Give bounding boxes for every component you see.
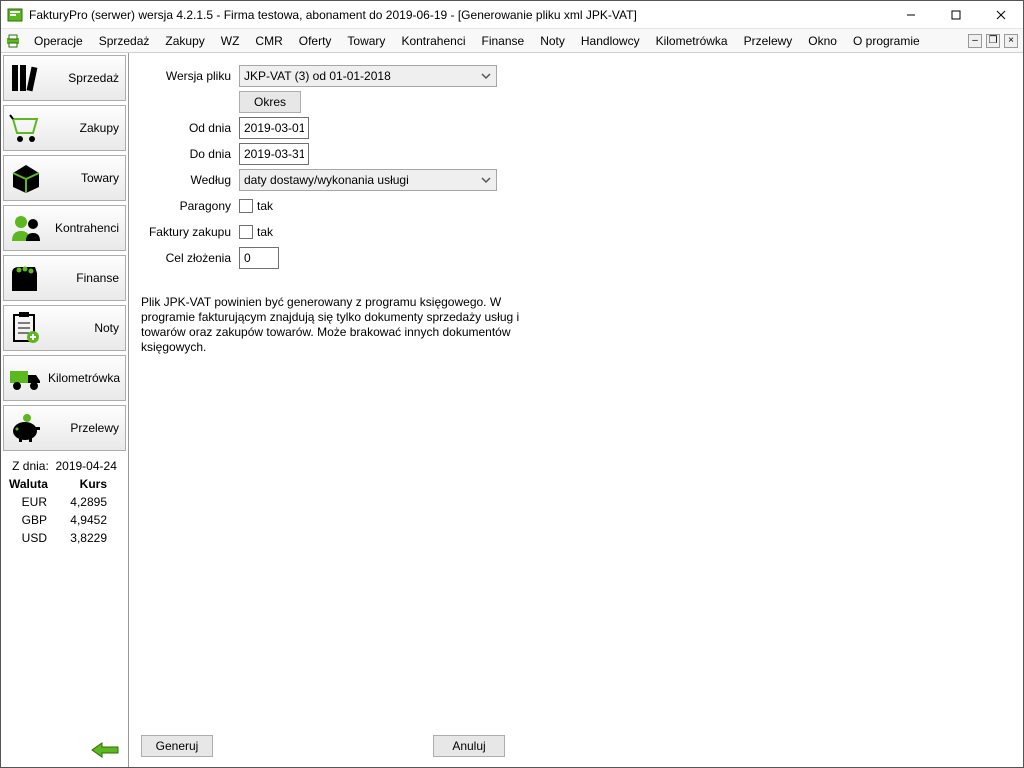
menu-cmr[interactable]: CMR xyxy=(248,31,289,51)
sidebar-item-kilometrowka[interactable]: Kilometrówka xyxy=(3,355,126,401)
paragony-tak-label: tak xyxy=(257,199,273,213)
rate-value: 4,9452 xyxy=(57,513,107,527)
sidebar-item-label: Towary xyxy=(50,171,119,185)
menu-wz[interactable]: WZ xyxy=(214,31,247,51)
do-dnia-label: Do dnia xyxy=(141,147,239,161)
rate-value: 3,8229 xyxy=(57,531,107,545)
faktury-zakupu-label: Faktury zakupu xyxy=(141,225,239,239)
books-icon xyxy=(6,58,46,98)
wersja-label: Wersja pliku xyxy=(141,69,239,83)
close-button[interactable] xyxy=(978,1,1023,29)
cel-input[interactable] xyxy=(239,247,279,269)
menu-sprzedaz[interactable]: Sprzedaż xyxy=(92,31,157,51)
rate-row: USD3,8229 xyxy=(9,531,120,545)
back-arrow-icon[interactable] xyxy=(90,741,120,759)
rate-currency: USD xyxy=(9,531,57,545)
sidebar-item-towary[interactable]: Towary xyxy=(3,155,126,201)
menu-operacje[interactable]: Operacje xyxy=(27,31,90,51)
paragony-label: Paragony xyxy=(141,199,239,213)
menu-kilometrowka[interactable]: Kilometrówka xyxy=(649,31,735,51)
do-dnia-input[interactable] xyxy=(239,143,309,165)
menu-kontrahenci[interactable]: Kontrahenci xyxy=(394,31,472,51)
sidebar-item-finanse[interactable]: Finanse xyxy=(3,255,126,301)
rates-date-value: 2019-04-24 xyxy=(55,459,116,473)
menu-handlowcy[interactable]: Handlowcy xyxy=(574,31,647,51)
sidebar-item-label: Finanse xyxy=(50,271,119,285)
anuluj-button[interactable]: Anuluj xyxy=(433,735,505,757)
menu-finanse[interactable]: Finanse xyxy=(474,31,531,51)
wersja-select-value: JKP-VAT (3) od 01-01-2018 xyxy=(244,69,391,83)
generuj-button[interactable]: Generuj xyxy=(141,735,213,757)
rate-row: GBP4,9452 xyxy=(9,513,120,527)
rates-hdr-currency: Waluta xyxy=(9,477,57,491)
mdi-minimize-button[interactable]: – xyxy=(968,34,982,48)
rate-currency: GBP xyxy=(9,513,57,527)
currency-rates: Z dnia: 2019-04-24 WalutaKurs EUR4,2895 … xyxy=(3,455,126,549)
truck-icon xyxy=(6,358,44,398)
faktury-tak-label: tak xyxy=(257,225,273,239)
wedlug-label: Według xyxy=(141,173,239,187)
rate-currency: EUR xyxy=(9,495,57,509)
cart-icon xyxy=(6,108,46,148)
menu-noty[interactable]: Noty xyxy=(533,31,572,51)
mdi-restore-button[interactable]: ❐ xyxy=(986,34,1000,48)
okres-button[interactable]: Okres xyxy=(239,91,301,113)
wallet-icon xyxy=(6,258,46,298)
sidebar-item-sprzedaz[interactable]: Sprzedaż xyxy=(3,55,126,101)
menubar: Operacje Sprzedaż Zakupy WZ CMR Oferty T… xyxy=(1,29,1023,53)
paragony-checkbox[interactable] xyxy=(239,199,253,213)
minimize-button[interactable] xyxy=(888,1,933,29)
maximize-button[interactable] xyxy=(933,1,978,29)
jpk-form: Wersja pliku JKP-VAT (3) od 01-01-2018 O… xyxy=(129,53,1023,281)
rates-hdr-rate: Kurs xyxy=(57,477,107,491)
faktury-zakupu-checkbox[interactable] xyxy=(239,225,253,239)
menu-towary[interactable]: Towary xyxy=(340,31,392,51)
app-window: FakturyPro (serwer) wersja 4.2.1.5 - Fir… xyxy=(0,0,1024,768)
main-panel: Wersja pliku JKP-VAT (3) od 01-01-2018 O… xyxy=(129,53,1023,767)
printer-icon[interactable] xyxy=(5,33,21,49)
sidebar: Sprzedaż Zakupy Towary Kontrahenci Finan… xyxy=(1,53,129,767)
wersja-select[interactable]: JKP-VAT (3) od 01-01-2018 xyxy=(239,65,497,87)
od-dnia-input[interactable] xyxy=(239,117,309,139)
sidebar-item-label: Kontrahenci xyxy=(50,221,119,235)
sidebar-item-label: Przelewy xyxy=(50,421,119,435)
users-icon xyxy=(6,208,46,248)
window-title: FakturyPro (serwer) wersja 4.2.1.5 - Fir… xyxy=(29,8,888,22)
menu-okno[interactable]: Okno xyxy=(801,31,844,51)
wedlug-select[interactable]: daty dostawy/wykonania usługi xyxy=(239,169,497,191)
sidebar-item-kontrahenci[interactable]: Kontrahenci xyxy=(3,205,126,251)
menu-przelewy[interactable]: Przelewy xyxy=(737,31,800,51)
sidebar-item-przelewy[interactable]: Przelewy xyxy=(3,405,126,451)
chevron-down-icon xyxy=(480,174,492,186)
help-text: Plik JPK-VAT powinien być generowany z p… xyxy=(129,281,559,355)
sidebar-item-label: Zakupy xyxy=(50,121,119,135)
rates-date-label: Z dnia: xyxy=(12,459,49,473)
box-icon xyxy=(6,158,46,198)
sidebar-item-label: Kilometrówka xyxy=(48,371,120,385)
sidebar-item-label: Sprzedaż xyxy=(50,71,119,85)
wedlug-select-value: daty dostawy/wykonania usługi xyxy=(244,173,409,187)
menu-zakupy[interactable]: Zakupy xyxy=(158,31,211,51)
rate-value: 4,2895 xyxy=(57,495,107,509)
titlebar: FakturyPro (serwer) wersja 4.2.1.5 - Fir… xyxy=(1,1,1023,29)
footer-buttons: Generuj Anuluj xyxy=(141,735,1011,757)
sidebar-item-noty[interactable]: Noty xyxy=(3,305,126,351)
od-dnia-label: Od dnia xyxy=(141,121,239,135)
cel-label: Cel złożenia xyxy=(141,251,239,265)
rate-row: EUR4,2895 xyxy=(9,495,120,509)
clipboard-icon xyxy=(6,308,46,348)
menu-oferty[interactable]: Oferty xyxy=(292,31,339,51)
chevron-down-icon xyxy=(480,70,492,82)
menu-oprogramie[interactable]: O programie xyxy=(846,31,927,51)
mdi-close-button[interactable]: × xyxy=(1004,34,1018,48)
sidebar-item-zakupy[interactable]: Zakupy xyxy=(3,105,126,151)
app-icon xyxy=(7,7,23,23)
piggy-icon xyxy=(6,408,46,448)
sidebar-item-label: Noty xyxy=(50,321,119,335)
